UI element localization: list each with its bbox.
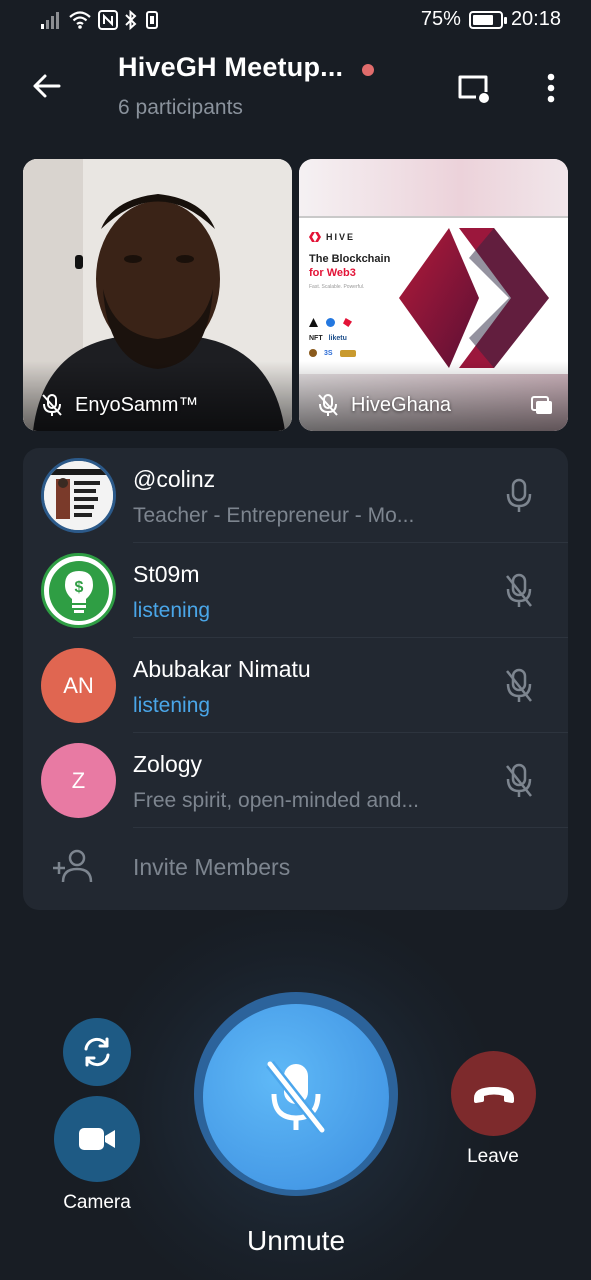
participant-status: Teacher - Entrepreneur - Mo... xyxy=(133,504,415,527)
slide-headline-line2: for Web3 xyxy=(309,267,356,279)
video-name-row: EnyoSamm™ xyxy=(41,393,198,417)
participant-row[interactable]: @colinz Teacher - Entrepreneur - Mo... xyxy=(23,448,568,543)
unmute-label: Unmute xyxy=(246,1225,346,1256)
video-participant-name: EnyoSamm™ xyxy=(75,393,199,416)
video-tile-enyosamm[interactable]: EnyoSamm™ xyxy=(23,159,292,431)
mic-icon xyxy=(506,478,532,512)
mic-off-icon xyxy=(506,668,532,702)
logo-3s: 3S xyxy=(324,349,333,357)
unmute-button[interactable] xyxy=(203,1004,389,1190)
participant-row[interactable]: $ St09m listening xyxy=(23,543,568,638)
participant-name: @colinz xyxy=(133,466,216,492)
mic-toggle[interactable] xyxy=(499,571,539,611)
more-vertical-icon xyxy=(547,73,555,103)
recording-dot-icon xyxy=(362,64,374,76)
slide-logos-row1 xyxy=(309,318,352,327)
hive-logo-icon xyxy=(309,232,321,242)
participant-status: listening xyxy=(133,599,211,622)
invite-members-label: Invite Members xyxy=(133,854,291,880)
participant-name: St09m xyxy=(133,561,200,587)
bluetooth-icon xyxy=(125,10,137,30)
participant-name: Zology xyxy=(133,751,203,777)
presentation-slide: HIVE The Blockchain for Web3 Fast. Scala… xyxy=(299,216,568,374)
video-name-row: HiveGhana xyxy=(317,393,451,417)
call-title: HiveGH Meetup... xyxy=(118,52,344,82)
logo-nft: NFT xyxy=(309,335,323,342)
logo-triangle-icon xyxy=(309,318,318,327)
video-camera-icon xyxy=(79,1128,115,1150)
mic-off-icon xyxy=(506,763,532,797)
leave-label: Leave xyxy=(467,1146,519,1167)
slide-logos-row3: 3S xyxy=(309,349,356,357)
participant-count: 6 participants xyxy=(118,96,243,119)
invite-members-button[interactable]: Invite Members xyxy=(23,828,568,910)
participant-status: Free spirit, open-minded and... xyxy=(133,789,419,812)
flip-camera-button[interactable] xyxy=(63,1018,131,1086)
video-participant-name: HiveGhana xyxy=(351,393,452,416)
video-tile-hiveghana[interactable]: HIVE The Blockchain for Web3 Fast. Scala… xyxy=(299,159,568,431)
participants-list: @colinz Teacher - Entrepreneur - Mo... $… xyxy=(23,448,568,910)
vibrate-icon xyxy=(146,11,158,29)
logo-liketu: liketu xyxy=(328,335,347,342)
mic-off-icon xyxy=(318,394,338,416)
lightbulb-dollar-icon: $ xyxy=(48,560,109,621)
screencast-icon xyxy=(458,75,489,103)
avatar-image xyxy=(44,461,113,530)
logo-badge-icon xyxy=(339,349,356,357)
slide-logos-row2: NFT liketu xyxy=(309,335,347,342)
battery-percent: 75% xyxy=(420,8,461,30)
participant-status: listening xyxy=(133,694,211,717)
participant-row[interactable]: Z Zology Free spirit, open-minded and... xyxy=(23,733,568,828)
status-icons xyxy=(40,10,160,30)
add-user-icon xyxy=(53,849,93,883)
camera-button[interactable] xyxy=(54,1096,140,1182)
mic-toggle[interactable] xyxy=(499,761,539,801)
logo-runner-icon xyxy=(343,318,352,327)
avatar: Z xyxy=(41,743,116,818)
arrow-left-icon xyxy=(33,74,61,98)
mic-off-icon xyxy=(266,1060,326,1134)
camera-label: Camera xyxy=(63,1192,131,1213)
avatar xyxy=(41,458,116,533)
svg-text:$: $ xyxy=(74,579,83,596)
more-options-button[interactable] xyxy=(538,68,564,108)
signal-icon xyxy=(41,12,59,29)
battery-fill xyxy=(472,14,493,25)
mic-toggle[interactable] xyxy=(499,476,539,516)
clock: 20:18 xyxy=(510,8,561,30)
status-right: 75% 20:18 xyxy=(421,8,561,31)
participant-row[interactable]: AN Abubakar Nimatu listening xyxy=(23,638,568,733)
battery-icon xyxy=(468,10,507,29)
wifi-icon xyxy=(69,11,91,29)
leave-button[interactable] xyxy=(451,1051,536,1136)
back-button[interactable] xyxy=(26,66,66,106)
avatar-initials: Z xyxy=(71,767,86,793)
share-blur-top xyxy=(299,159,568,217)
avatar: $ xyxy=(41,553,116,628)
nfc-icon xyxy=(98,10,118,30)
screen-share-indicator-icon xyxy=(531,396,552,414)
hive-brand: HIVE xyxy=(309,232,355,242)
screen-share-button[interactable] xyxy=(454,68,494,108)
hive-graphic xyxy=(399,228,549,368)
slide-headline: The Blockchain for Web3 xyxy=(309,252,390,280)
hang-up-icon xyxy=(473,1086,514,1103)
participant-name: Abubakar Nimatu xyxy=(133,656,311,682)
slide-tagline: Fast. Scalable. Powerful. xyxy=(309,284,365,290)
slide-headline-line1: The Blockchain xyxy=(309,253,391,265)
logo-dot-icon xyxy=(309,349,317,357)
hive-brand-text: HIVE xyxy=(326,232,356,242)
mic-off-icon xyxy=(506,573,532,607)
mic-toggle[interactable] xyxy=(499,666,539,706)
avatar-initials: AN xyxy=(63,672,94,698)
logo-circle-icon xyxy=(326,318,335,327)
status-bar: 75% 20:18 xyxy=(0,0,591,42)
avatar: AN xyxy=(41,648,116,723)
camera-switch-icon xyxy=(84,1037,110,1067)
mic-off-icon xyxy=(42,394,62,416)
